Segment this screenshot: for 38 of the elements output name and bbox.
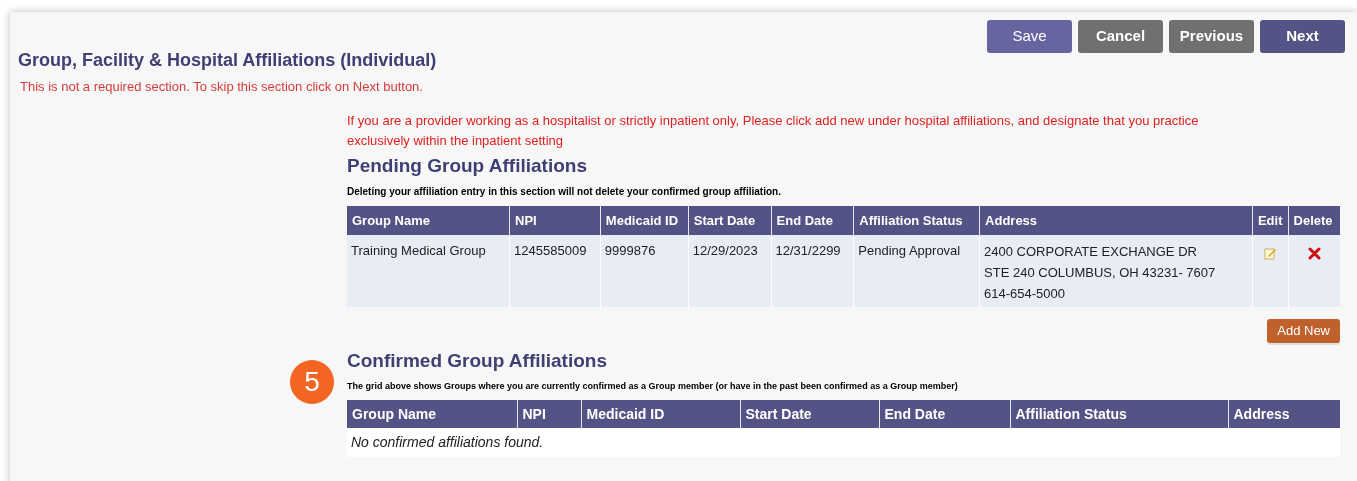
column-header: Affiliation Status <box>853 206 980 235</box>
column-header: End Date <box>879 400 1010 428</box>
nav-button[interactable]: Cancel <box>1078 20 1163 53</box>
column-header: End Date <box>771 206 854 235</box>
table-cell: Pending Approval <box>853 235 980 307</box>
subtitle: This is not a required section. To skip this section click on Next button. <box>20 78 424 96</box>
table-cell: 12/29/2023 <box>688 235 772 307</box>
column-header: NPI <box>517 400 581 428</box>
section-heading: Pending Group Affiliations <box>347 153 588 178</box>
add-new-button[interactable]: Add New <box>1267 319 1340 343</box>
table-cell: 9999876 <box>600 235 689 307</box>
step-badge: 5 <box>290 360 334 404</box>
column-header: Delete <box>1288 206 1340 235</box>
column-header: Address <box>1228 400 1340 428</box>
column-header: NPI <box>509 206 601 235</box>
page-title: Group, Facility & Hospital Affiliations (Individual) <box>18 49 438 72</box>
nav-button[interactable]: Previous <box>1169 20 1254 53</box>
column-header: Group Name <box>347 400 517 428</box>
column-header: Edit <box>1252 206 1288 235</box>
column-header: Address <box>979 206 1253 235</box>
section-heading: Confirmed Group Affiliations <box>347 349 608 373</box>
save-button[interactable]: Save <box>987 20 1072 53</box>
column-header: Start Date <box>688 206 772 235</box>
column-header: Medicaid ID <box>581 400 740 428</box>
section-note: Deleting your affiliation entry in this section will not delete your confirmed group affiliation. <box>347 185 782 199</box>
table-cell: 12/31/2299 <box>771 235 854 307</box>
table-cell: 1245585009 <box>509 235 601 307</box>
notice-text: If you are a provider working as a hospitalist or strictly inpatient only, Please click add new under hospital affiliations, and designate that you practice exclusively within the inpatient setting <box>347 111 1200 150</box>
column-header: Start Date <box>740 400 879 428</box>
column-header: Affiliation Status <box>1010 400 1228 428</box>
next-button[interactable]: Next <box>1260 20 1345 53</box>
table-cell: Training Medical Group <box>347 235 510 307</box>
delete-icon[interactable] <box>1307 247 1321 261</box>
section-note: The grid above shows Groups where you are currently confirmed as a Group member (or have in the past been confirmed as a Group member) <box>347 379 959 393</box>
empty-message: No confirmed affiliations found. <box>351 434 544 450</box>
column-header: Group Name <box>347 206 510 235</box>
column-header: Medicaid ID <box>600 206 689 235</box>
address-cell: 2400 CORPORATE EXCHANGE DR STE 240 COLUMBUS, OH 43231- 7607 614-654-5000 <box>979 235 1253 307</box>
